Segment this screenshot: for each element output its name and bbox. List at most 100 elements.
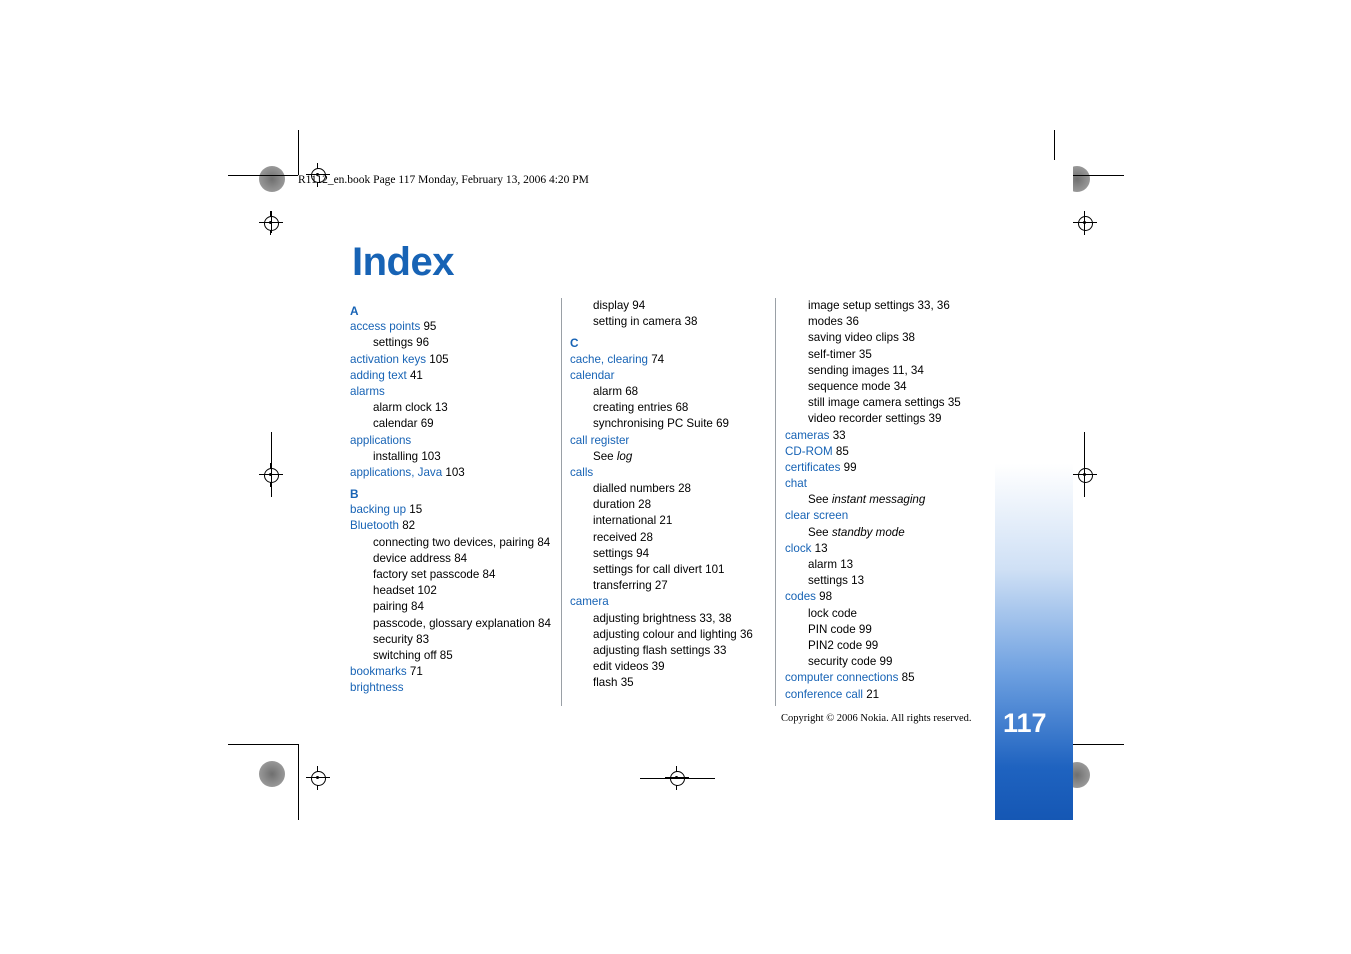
index-subentry-text: passcode, glossary explanation 84 <box>373 616 551 630</box>
index-subentry-text: settings 94 <box>593 546 650 560</box>
index-entry[interactable]: conference call 21 <box>785 687 1000 703</box>
index-subentry-text: security code 99 <box>808 655 893 669</box>
index-entry[interactable]: calls <box>570 465 780 481</box>
index-entry-term: access points <box>350 320 421 334</box>
index-subentry: passcode, glossary explanation 84 <box>350 616 551 632</box>
index-entry[interactable]: clock 13 <box>785 541 1000 557</box>
index-subentry-text: alarm clock 13 <box>373 401 448 415</box>
index-entry[interactable]: call register <box>570 433 780 449</box>
index-entry[interactable]: bookmarks 71 <box>350 664 545 680</box>
index-entry-term: CD-ROM <box>785 444 833 458</box>
index-entry-term: Bluetooth <box>350 519 399 533</box>
index-subentry: display 94 <box>570 298 780 314</box>
index-subentry-text: See <box>808 525 832 539</box>
index-entry-term: alarms <box>350 384 385 398</box>
index-subentry: alarm 13 <box>785 557 1000 573</box>
index-subentry: adjusting flash settings 33 <box>570 643 780 659</box>
index-entry[interactable]: Bluetooth 82 <box>350 518 545 534</box>
index-subentry: image setup settings 33, 36 <box>785 298 1000 314</box>
index-subentry-text: calendar 69 <box>373 417 434 431</box>
index-entry[interactable]: cameras 33 <box>785 428 1000 444</box>
index-entry-term: clock <box>785 541 812 555</box>
index-subentry: transferring 27 <box>570 578 780 594</box>
index-entry[interactable]: backing up 15 <box>350 502 545 518</box>
index-entry-term: backing up <box>350 503 407 517</box>
index-column-3: image setup settings 33, 36 modes 36 savin… <box>785 298 1000 703</box>
index-subentry-text: PIN code 99 <box>808 622 872 636</box>
index-subentry-text: received 28 <box>593 530 653 544</box>
index-subentry: switching off 85 <box>350 648 545 664</box>
index-entry-term: applications, Java <box>350 465 443 479</box>
index-entry-term: applications <box>350 433 412 447</box>
registration-target-right-center <box>1073 463 1097 487</box>
index-entry[interactable]: computer connections 85 <box>785 670 1000 686</box>
index-subentry-text: adjusting colour and lighting 36 <box>593 627 753 641</box>
index-entry[interactable]: alarms <box>350 384 545 400</box>
index-entry-page: 85 <box>898 671 915 685</box>
index-subentry-text: headset 102 <box>373 584 437 598</box>
index-subentry: video recorder settings 39 <box>785 411 1000 427</box>
index-subentry-text: duration 28 <box>593 498 652 512</box>
index-subentry-text: pairing 84 <box>373 600 424 614</box>
index-entry-term: calendar <box>570 368 615 382</box>
index-entry[interactable]: codes 98 <box>785 589 1000 605</box>
index-subentry-text: connecting two devices, pairing 84 <box>373 535 551 549</box>
index-subentry-text: installing 103 <box>373 449 441 463</box>
index-letter-heading: C <box>570 336 579 351</box>
index-entry-term: activation keys <box>350 352 427 366</box>
index-subentry: settings 96 <box>350 335 545 351</box>
index-entry-term: call register <box>570 433 630 447</box>
index-entry[interactable]: activation keys 105 <box>350 352 545 368</box>
index-entry[interactable]: calendar <box>570 368 780 384</box>
index-subentry: creating entries 68 <box>570 400 780 416</box>
index-entry[interactable]: CD-ROM 85 <box>785 444 1000 460</box>
index-subentry-text: international 21 <box>593 514 673 528</box>
index-subentry: headset 102 <box>350 583 545 599</box>
index-subentry: settings 13 <box>785 573 1000 589</box>
column-divider-1 <box>561 298 562 706</box>
index-subentry-text: flash 35 <box>593 676 634 690</box>
index-subentry: sequence mode 34 <box>785 379 1000 395</box>
index-subentry-text: alarm 68 <box>593 384 639 398</box>
index-subentry: lock code <box>785 606 1000 622</box>
index-subentry: adjusting brightness 33, 38 <box>570 611 780 627</box>
column-divider-2 <box>775 298 776 706</box>
index-subentry: See log <box>570 449 780 465</box>
index-subentry-text: sequence mode 34 <box>808 379 907 393</box>
index-subentry: connecting two devices, pairing 84 <box>350 535 550 551</box>
index-subentry-text: alarm 13 <box>808 558 854 571</box>
index-entry[interactable]: adding text 41 <box>350 368 545 384</box>
index-entry[interactable]: cache, clearing 74 <box>570 352 780 368</box>
index-entry-page: 13 <box>811 541 828 555</box>
index-subentry-text: self-timer 35 <box>808 347 872 361</box>
crop-mark-bottom-left-h <box>228 744 298 745</box>
index-entry[interactable]: brightness <box>350 680 545 696</box>
index-subentry: security 83 <box>350 632 545 648</box>
index-entry-page: 41 <box>406 368 423 382</box>
index-subentry: duration 28 <box>570 497 780 513</box>
index-entry[interactable]: access points 95 <box>350 319 545 335</box>
index-entry[interactable]: camera <box>570 594 780 610</box>
index-crossref-target: standby mode <box>831 525 905 539</box>
crop-mark-left-mid <box>271 432 272 497</box>
index-crossref-target: instant messaging <box>831 493 926 507</box>
index-subentry: security code 99 <box>785 654 1000 670</box>
index-entry-term: cache, clearing <box>570 352 648 366</box>
index-letter-heading: A <box>350 304 359 318</box>
index-entry[interactable]: clear screen <box>785 508 1000 524</box>
index-column-2: display 94 setting in camera 38 Ccache, cl… <box>570 298 780 692</box>
registration-mark-top-left <box>259 166 285 192</box>
index-entry[interactable]: applications <box>350 433 545 449</box>
index-subentry-text: settings 96 <box>373 336 430 350</box>
crop-mark-top-left-v2 <box>271 211 272 233</box>
index-subentry: setting in camera 38 <box>570 314 780 330</box>
index-entry-term: bookmarks <box>350 665 407 679</box>
index-entry[interactable]: certificates 99 <box>785 460 1000 476</box>
index-entry-term: computer connections <box>785 671 899 685</box>
index-entry[interactable]: chat <box>785 476 1000 492</box>
index-entry[interactable]: applications, Java 103 <box>350 465 545 481</box>
index-entry-page: 74 <box>647 352 665 366</box>
index-entry-term: calls <box>570 465 594 479</box>
index-subentry-text: creating entries 68 <box>593 401 689 415</box>
index-subentry-text: video recorder settings 39 <box>808 412 942 426</box>
